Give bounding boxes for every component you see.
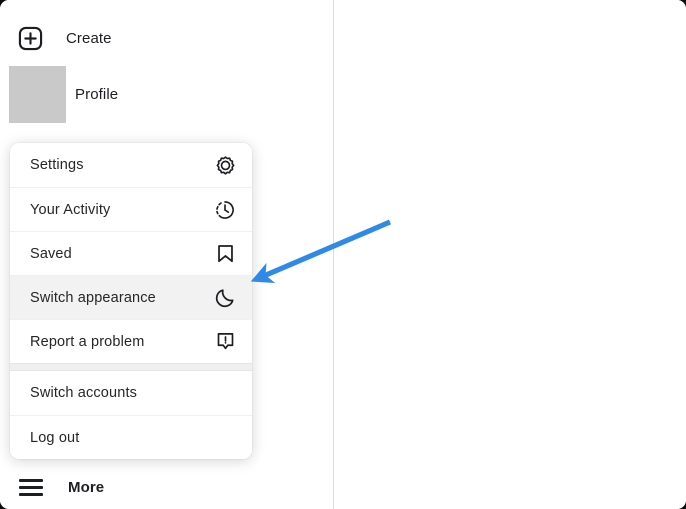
gear-icon bbox=[214, 154, 236, 176]
sidebar-item-create-label: Create bbox=[66, 29, 112, 47]
menu-item-log-out-label: Log out bbox=[30, 429, 80, 446]
app-window: Create Profile Settings Your Activity Sa… bbox=[0, 0, 686, 509]
menu-item-report-a-problem[interactable]: Report a problem bbox=[10, 319, 252, 363]
menu-item-settings-label: Settings bbox=[30, 157, 84, 173]
sidebar-item-profile[interactable]: Profile bbox=[9, 64, 299, 124]
menu-item-saved-label: Saved bbox=[30, 245, 72, 262]
activity-clock-icon bbox=[214, 199, 236, 221]
sidebar-item-profile-label: Profile bbox=[75, 85, 119, 103]
sidebar: Create Profile Settings Your Activity Sa… bbox=[0, 0, 334, 509]
hamburger-icon bbox=[18, 474, 44, 500]
account-menu-group-secondary: Switch accounts Log out bbox=[10, 371, 252, 459]
report-problem-icon bbox=[214, 331, 236, 353]
menu-item-switch-appearance[interactable]: Switch appearance bbox=[10, 275, 252, 319]
sidebar-item-create[interactable]: Create bbox=[16, 20, 296, 56]
bookmark-icon bbox=[214, 243, 236, 265]
menu-item-switch-accounts[interactable]: Switch accounts bbox=[10, 371, 252, 415]
menu-item-your-activity-label: Your Activity bbox=[30, 201, 111, 218]
menu-item-switch-appearance-label: Switch appearance bbox=[30, 289, 156, 306]
menu-item-report-a-problem-label: Report a problem bbox=[30, 333, 145, 350]
moon-icon bbox=[214, 287, 236, 309]
menu-item-saved[interactable]: Saved bbox=[10, 231, 252, 275]
account-menu-group-primary: Settings Your Activity Saved Switch appe… bbox=[10, 143, 252, 363]
hamburger-bars bbox=[19, 478, 43, 496]
menu-item-settings[interactable]: Settings bbox=[10, 143, 252, 187]
account-menu-popover: Settings Your Activity Saved Switch appe… bbox=[10, 143, 252, 459]
avatar bbox=[9, 65, 66, 123]
menu-item-log-out[interactable]: Log out bbox=[10, 415, 252, 459]
menu-item-your-activity[interactable]: Your Activity bbox=[10, 187, 252, 231]
plus-square-icon bbox=[16, 24, 44, 52]
menu-group-divider bbox=[10, 363, 252, 371]
sidebar-item-more[interactable]: More bbox=[18, 469, 298, 505]
sidebar-item-more-label: More bbox=[68, 478, 105, 496]
menu-item-switch-accounts-label: Switch accounts bbox=[30, 385, 138, 401]
content-pane bbox=[335, 0, 686, 509]
